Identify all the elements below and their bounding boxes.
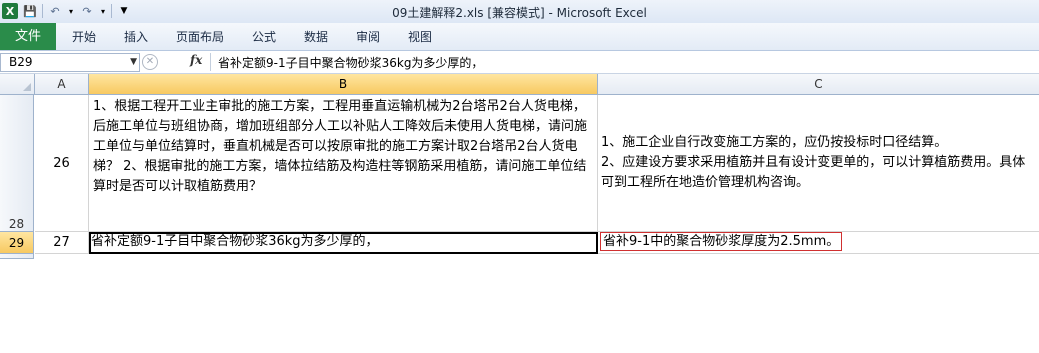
formula-bar: B29 ▼ ✕ fx 省补定额9-1子目中聚合物砂浆36kg为多少厚的， bbox=[0, 51, 1039, 74]
select-all-button[interactable] bbox=[0, 74, 35, 94]
insert-function-button[interactable]: fx bbox=[190, 53, 202, 67]
name-box[interactable]: B29 ▼ bbox=[0, 53, 140, 72]
cell-c28[interactable]: 1、施工企业自行改变施工方案的，应仍按投标时口径结算。 2、应建设方要求采用植筋… bbox=[598, 95, 1039, 232]
tab-review[interactable]: 审阅 bbox=[350, 27, 386, 47]
tab-page-layout[interactable]: 页面布局 bbox=[170, 27, 230, 47]
tab-view[interactable]: 视图 bbox=[402, 27, 438, 47]
chevron-down-icon[interactable]: ▼ bbox=[122, 54, 137, 71]
cell-b29[interactable]: 省补定额9-1子目中聚合物砂浆36kg为多少厚的， bbox=[89, 232, 598, 254]
cell-a29[interactable]: 27 bbox=[35, 232, 89, 254]
window-title: 09土建解释2.xls [兼容模式] - Microsoft Excel bbox=[392, 6, 647, 20]
tab-data[interactable]: 数据 bbox=[298, 27, 334, 47]
column-header-a[interactable]: A bbox=[35, 74, 89, 94]
row-header-29[interactable]: 29 bbox=[0, 232, 34, 254]
cell-b28[interactable]: 1、根据工程开工业主审批的施工方案，工程用垂直运输机械为2台塔吊2台人货电梯，后… bbox=[89, 95, 598, 232]
tab-formulas[interactable]: 公式 bbox=[246, 27, 282, 47]
tab-home[interactable]: 开始 bbox=[66, 27, 102, 47]
column-header-b[interactable]: B bbox=[89, 74, 598, 94]
cell-c29-text: 省补9-1中的聚合物砂浆厚度为2.5mm。 bbox=[600, 232, 842, 251]
next-row-partial bbox=[89, 254, 1039, 259]
column-header-c[interactable]: C bbox=[598, 74, 1039, 94]
ribbon-tabs: 文件 开始 插入 页面布局 公式 数据 审阅 视图 bbox=[0, 23, 1039, 51]
cell-a28[interactable]: 26 bbox=[35, 95, 89, 232]
tab-file[interactable]: 文件 bbox=[0, 23, 56, 50]
row-header-28[interactable]: 28 bbox=[0, 95, 34, 232]
row-header-next[interactable] bbox=[0, 254, 34, 259]
tab-insert[interactable]: 插入 bbox=[118, 27, 154, 47]
name-box-value: B29 bbox=[9, 55, 33, 69]
cell-c28-text: 1、施工企业自行改变施工方案的，应仍按投标时口径结算。 2、应建设方要求采用植筋… bbox=[601, 135, 1026, 190]
column-headers: A B C bbox=[0, 74, 1039, 95]
cell-c29[interactable]: 省补9-1中的聚合物砂浆厚度为2.5mm。 bbox=[598, 232, 1039, 254]
title-bar: X 💾 ↶ ▾ ↷ ▾ ▼ 09土建解释2.xls [兼容模式] - Micro… bbox=[0, 0, 1039, 24]
cancel-icon[interactable]: ✕ bbox=[142, 54, 158, 70]
formula-input[interactable]: 省补定额9-1子目中聚合物砂浆36kg为多少厚的， bbox=[218, 54, 483, 71]
